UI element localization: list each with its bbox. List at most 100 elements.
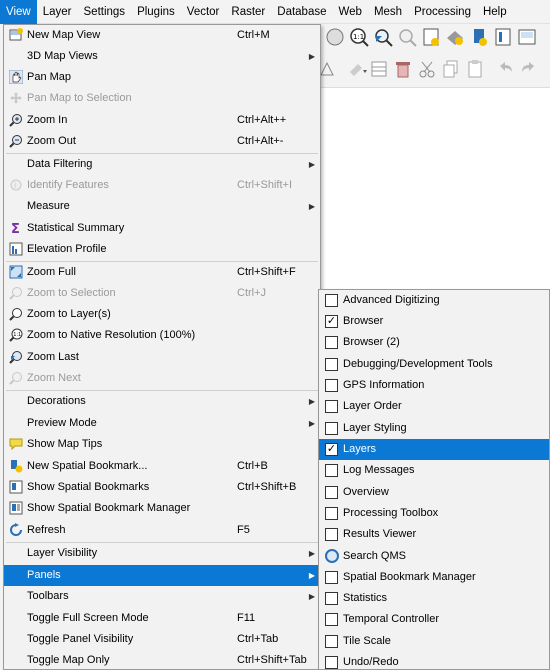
menu-item-pan-map-to-selection[interactable]: Pan Map to Selection (4, 88, 320, 109)
panel-item-layer-styling[interactable]: Layer Styling (319, 418, 549, 439)
chevron-right-icon: ▶ (308, 202, 315, 211)
menu-item-toggle-full-screen[interactable]: Toggle Full Screen Mode F11 (4, 608, 320, 629)
delete-icon[interactable] (392, 58, 414, 80)
menu-item-3d-map-views[interactable]: 3D Map Views ▶ (4, 46, 320, 67)
checkbox[interactable] (325, 358, 338, 371)
layout-icon[interactable] (516, 26, 538, 48)
pan-hand-icon[interactable] (324, 26, 346, 48)
checkbox[interactable] (325, 507, 338, 520)
menu-item-decorations[interactable]: Decorations ▶ (4, 391, 320, 412)
checkbox[interactable] (325, 635, 338, 648)
menu-help[interactable]: Help (477, 0, 513, 24)
menu-mesh[interactable]: Mesh (368, 0, 408, 24)
panel-item-gps-information[interactable]: GPS Information (319, 375, 549, 396)
panel-item-advanced-digitizing[interactable]: Advanced Digitizing (319, 290, 549, 311)
zoom-out-icon (9, 135, 22, 148)
menu-item-toggle-panel-visibility[interactable]: Toggle Panel Visibility Ctrl+Tab (4, 629, 320, 650)
elevation-profile-icon[interactable] (492, 26, 514, 48)
attribute-table-icon[interactable] (368, 58, 390, 80)
cut-icon[interactable] (416, 58, 438, 80)
menu-item-statistical-summary[interactable]: Σ Statistical Summary (4, 218, 320, 239)
zoom-last-icon (9, 351, 22, 364)
menu-layer[interactable]: Layer (37, 0, 78, 24)
menu-item-new-map-view[interactable]: New Map View Ctrl+M (4, 25, 320, 46)
menu-settings[interactable]: Settings (78, 0, 132, 24)
panel-item-overview[interactable]: Overview (319, 482, 549, 503)
panel-item-layer-order[interactable]: Layer Order (319, 396, 549, 417)
show-bookmarks-icon[interactable] (444, 26, 466, 48)
checkbox[interactable] (325, 400, 338, 413)
zoom-next-icon[interactable] (396, 26, 418, 48)
new-bookmark-icon[interactable] (420, 26, 442, 48)
menu-view[interactable]: View (0, 0, 37, 24)
menu-item-zoom-out[interactable]: Zoom Out Ctrl+Alt+- (4, 131, 320, 152)
checkbox[interactable] (325, 528, 338, 541)
panel-item-search-qms[interactable]: Search QMS (319, 546, 549, 567)
panel-item-tile-scale[interactable]: Tile Scale (319, 631, 549, 652)
panel-item-statistics[interactable]: Statistics (319, 588, 549, 609)
checkbox[interactable] (325, 422, 338, 435)
checkbox[interactable] (325, 613, 338, 626)
panel-item-spatial-bookmark-manager[interactable]: Spatial Bookmark Manager (319, 567, 549, 588)
bookmark-manager-icon[interactable] (468, 26, 490, 48)
checkbox[interactable] (325, 486, 338, 499)
menu-item-preview-mode[interactable]: Preview Mode ▶ (4, 413, 320, 434)
menu-item-panels[interactable]: Panels ▶ (4, 565, 320, 586)
menu-item-zoom-last[interactable]: Zoom Last (4, 347, 320, 368)
menu-item-zoom-to-layers[interactable]: Zoom to Layer(s) (4, 304, 320, 325)
menu-item-refresh[interactable]: Refresh F5 (4, 520, 320, 541)
panel-item-results-viewer[interactable]: Results Viewer (319, 524, 549, 545)
menu-item-layer-visibility[interactable]: Layer Visibility ▶ (4, 543, 320, 564)
panel-item-layers[interactable]: ✓ Layers (319, 439, 549, 460)
panel-item-browser-2[interactable]: Browser (2) (319, 332, 549, 353)
panel-item-temporal-controller[interactable]: Temporal Controller (319, 609, 549, 630)
panel-item-debugging-tools[interactable]: Debugging/Development Tools (319, 354, 549, 375)
checkbox-checked[interactable]: ✓ (325, 443, 338, 456)
copy-icon[interactable] (440, 58, 462, 80)
menu-item-elevation-profile[interactable]: Elevation Profile (4, 239, 320, 260)
checkbox[interactable] (325, 336, 338, 349)
checkbox[interactable] (325, 379, 338, 392)
menu-vector[interactable]: Vector (181, 0, 226, 24)
panel-item-log-messages[interactable]: Log Messages (319, 460, 549, 481)
menu-plugins[interactable]: Plugins (131, 0, 181, 24)
chevron-right-icon: ▶ (308, 419, 315, 428)
undo-icon[interactable] (494, 58, 516, 80)
panel-item-undo-redo[interactable]: Undo/Redo (319, 652, 549, 670)
menu-item-zoom-native-resolution[interactable]: 1:1 Zoom to Native Resolution (100%) (4, 325, 320, 346)
menu-item-zoom-full[interactable]: Zoom Full Ctrl+Shift+F (4, 262, 320, 283)
menu-database[interactable]: Database (271, 0, 332, 24)
menu-item-zoom-in[interactable]: Zoom In Ctrl+Alt++ (4, 110, 320, 131)
checkbox-checked[interactable]: ✓ (325, 315, 338, 328)
menu-raster[interactable]: Raster (225, 0, 271, 24)
svg-text:1:1: 1:1 (353, 33, 364, 41)
menu-item-spatial-bookmark-manager[interactable]: Show Spatial Bookmark Manager (4, 498, 320, 519)
menu-item-data-filtering[interactable]: Data Filtering ▶ (4, 154, 320, 175)
checkbox[interactable] (325, 656, 338, 669)
digitize-dropdown-icon[interactable] (346, 58, 368, 80)
checkbox[interactable] (325, 464, 338, 477)
paste-icon[interactable] (464, 58, 486, 80)
zoom-native-icon[interactable]: 1:1 (348, 26, 370, 48)
checkbox[interactable] (325, 571, 338, 584)
checkbox[interactable] (325, 294, 338, 307)
checkbox[interactable] (325, 592, 338, 605)
zoom-last-icon[interactable] (372, 26, 394, 48)
menu-processing[interactable]: Processing (408, 0, 477, 24)
menu-item-zoom-to-selection[interactable]: Zoom to Selection Ctrl+J (4, 283, 320, 304)
panel-item-processing-toolbox[interactable]: Processing Toolbox (319, 503, 549, 524)
menu-item-toolbars[interactable]: Toolbars ▶ (4, 586, 320, 607)
menu-item-show-map-tips[interactable]: Show Map Tips (4, 434, 320, 455)
menu-item-toggle-map-only[interactable]: Toggle Map Only Ctrl+Shift+Tab (4, 650, 320, 670)
menu-item-zoom-next[interactable]: Zoom Next (4, 368, 320, 389)
pan-hand-icon (9, 70, 23, 84)
menu-web[interactable]: Web (333, 0, 368, 24)
menu-item-pan-map[interactable]: Pan Map (4, 67, 320, 88)
svg-text:1:1: 1:1 (13, 332, 21, 338)
menu-item-new-spatial-bookmark[interactable]: New Spatial Bookmark... Ctrl+B (4, 456, 320, 477)
panel-item-browser[interactable]: ✓ Browser (319, 311, 549, 332)
menu-item-measure[interactable]: Measure ▶ (4, 196, 320, 217)
redo-icon[interactable] (518, 58, 540, 80)
menu-item-show-spatial-bookmarks[interactable]: Show Spatial Bookmarks Ctrl+Shift+B (4, 477, 320, 498)
menu-item-identify-features[interactable]: i Identify Features Ctrl+Shift+I (4, 175, 320, 196)
